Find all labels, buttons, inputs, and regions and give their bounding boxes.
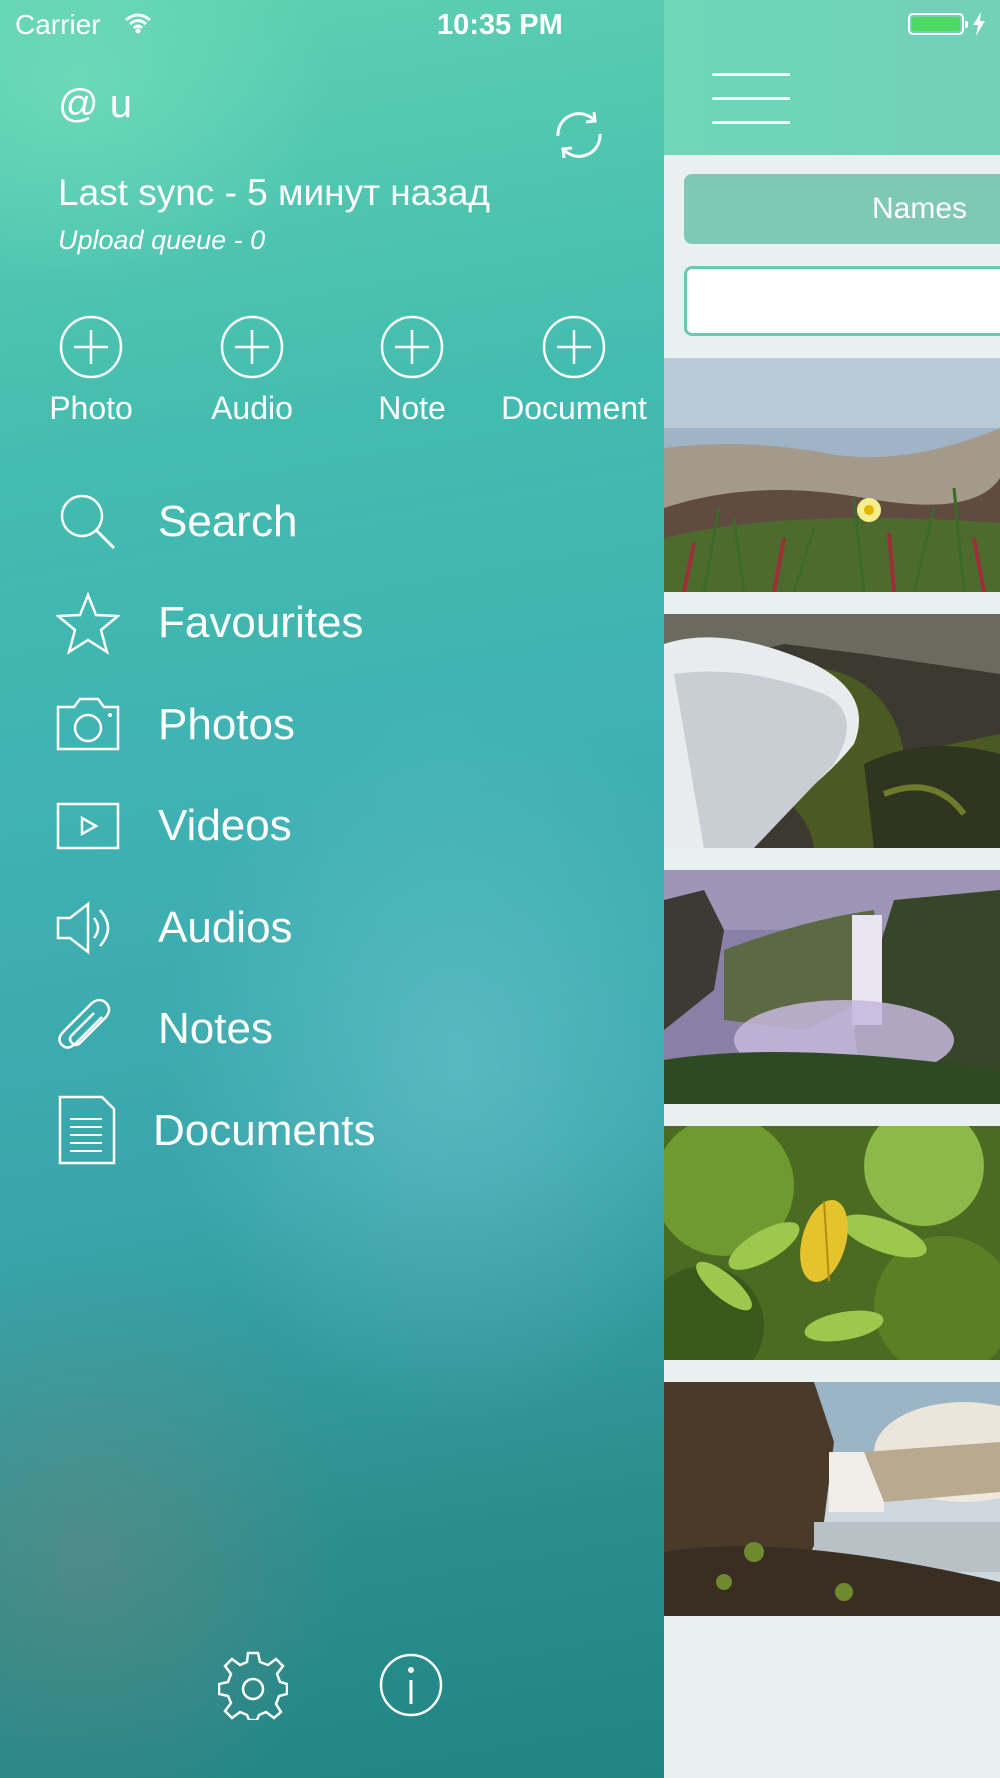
- camera-icon: [56, 685, 120, 765]
- info-icon[interactable]: [376, 1650, 446, 1720]
- add-photo-button[interactable]: Photo: [16, 314, 166, 427]
- document-icon: [56, 1091, 120, 1171]
- main-content: Names: [664, 0, 1000, 1778]
- search-input[interactable]: [684, 266, 1000, 336]
- menu-item-search[interactable]: Search: [56, 482, 616, 562]
- star-icon: [56, 583, 120, 663]
- add-document-button[interactable]: Document: [499, 314, 649, 427]
- paperclip-icon: [56, 989, 120, 1069]
- add-document-label: Document: [501, 390, 647, 426]
- thumbnail-4[interactable]: [664, 1126, 1000, 1360]
- battery-icon: [908, 13, 968, 35]
- plus-circle-icon: [380, 315, 444, 379]
- plus-circle-icon: [542, 315, 606, 379]
- menu-label-search: Search: [158, 497, 298, 546]
- menu-item-documents[interactable]: Documents: [56, 1091, 616, 1171]
- photo-green-leaves: [664, 1126, 1000, 1360]
- add-note-button[interactable]: Note: [337, 314, 487, 427]
- plus-circle-icon: [220, 315, 284, 379]
- last-sync-text: Last sync - 5 минут назад: [58, 172, 491, 213]
- menu-item-photos[interactable]: Photos: [56, 685, 616, 765]
- menu-item-audios[interactable]: Audios: [56, 888, 616, 968]
- thumbnail-1[interactable]: [664, 358, 1000, 592]
- photo-waterfall-sunset: [664, 1382, 1000, 1616]
- menu-label-videos: Videos: [158, 801, 292, 850]
- menu-label-photos: Photos: [158, 700, 295, 749]
- hamburger-menu-icon[interactable]: [712, 73, 792, 125]
- photo-waterfall-rocks: [664, 614, 1000, 848]
- carrier-label: Carrier: [15, 9, 101, 40]
- play-icon: [56, 786, 120, 866]
- thumbnail-3[interactable]: [664, 870, 1000, 1104]
- photo-waterfall-mist: [664, 870, 1000, 1104]
- menu-item-videos[interactable]: Videos: [56, 786, 616, 866]
- side-drawer: Carrier 10:35 PM @ u Last sync - 5 минут…: [0, 0, 664, 1778]
- thumbnail-5[interactable]: [664, 1382, 1000, 1616]
- sort-names-button[interactable]: Names: [684, 174, 1000, 244]
- gear-icon[interactable]: [218, 1650, 288, 1720]
- menu-label-favourites: Favourites: [158, 598, 364, 647]
- menu-label-audios: Audios: [158, 903, 293, 952]
- status-time: 10:35 PM: [437, 9, 563, 41]
- charging-bolt-icon: [973, 12, 985, 36]
- menu-label-documents: Documents: [153, 1106, 376, 1155]
- sync-icon[interactable]: [550, 106, 608, 164]
- add-audio-button[interactable]: Audio: [177, 314, 327, 427]
- menu-item-notes[interactable]: Notes: [56, 989, 616, 1069]
- wifi-icon: [125, 13, 151, 34]
- menu-label-notes: Notes: [158, 1004, 273, 1053]
- plus-circle-icon: [59, 315, 123, 379]
- thumbnail-2[interactable]: [664, 614, 1000, 848]
- add-audio-label: Audio: [211, 390, 293, 426]
- add-photo-label: Photo: [49, 390, 133, 426]
- user-handle: @ u: [58, 82, 132, 126]
- speaker-icon: [56, 888, 120, 968]
- search-icon: [56, 482, 120, 562]
- add-note-label: Note: [378, 390, 446, 426]
- photo-grass-flower: [664, 358, 1000, 592]
- menu-item-favourites[interactable]: Favourites: [56, 583, 616, 663]
- upload-queue-text: Upload queue - 0: [58, 225, 266, 255]
